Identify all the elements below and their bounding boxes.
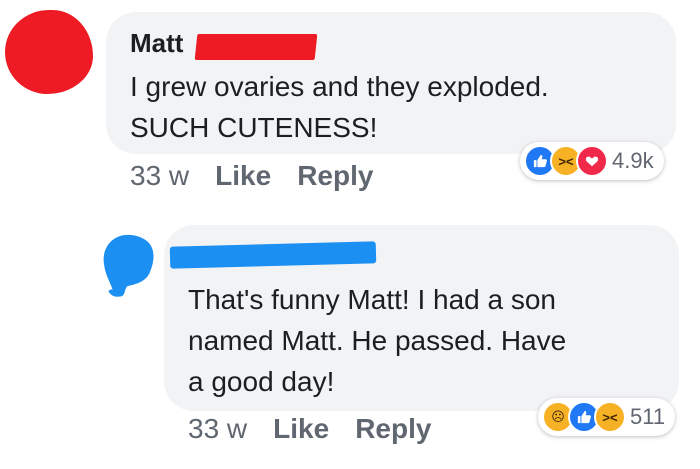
haha-icon: >< <box>594 401 626 433</box>
comment-bubble-1: Matt I grew ovaries and they exploded. S… <box>106 12 676 154</box>
redaction-mark-red <box>194 34 318 60</box>
comment-text-line: named Matt. He passed. Have <box>188 325 567 356</box>
comment-timestamp[interactable]: 33 w <box>188 413 247 445</box>
avatar-redacted-blue[interactable] <box>100 232 162 302</box>
comment-actions-1: 33 w Like Reply <box>130 160 373 192</box>
reply-button[interactable]: Reply <box>297 160 373 192</box>
comment-bubble-2: That's funny Matt! I had a son named Mat… <box>164 225 679 411</box>
reaction-summary-2[interactable]: ☹ >< 511 <box>538 398 676 436</box>
comment-text-line: SUCH CUTENESS! <box>130 112 378 143</box>
love-icon <box>576 145 608 177</box>
redaction-mark-blue <box>169 241 377 269</box>
comment-timestamp[interactable]: 33 w <box>130 160 189 192</box>
comment-author[interactable]: Matt <box>130 28 183 59</box>
comment-text-2: That's funny Matt! I had a son named Mat… <box>188 279 566 402</box>
reaction-count: 511 <box>630 404 666 429</box>
comment-text-line: That's funny Matt! I had a son <box>188 284 556 315</box>
comment-actions-2: 33 w Like Reply <box>188 413 431 445</box>
comment-text-line: a good day! <box>188 366 335 397</box>
reaction-count: 4.9k <box>612 148 654 173</box>
avatar-redacted-red[interactable] <box>5 10 93 94</box>
comment-text-1: I grew ovaries and they exploded. SUCH C… <box>130 66 549 148</box>
like-button[interactable]: Like <box>273 413 329 445</box>
like-button[interactable]: Like <box>215 160 271 192</box>
comment-text-line: I grew ovaries and they exploded. <box>130 71 549 102</box>
reaction-summary-1[interactable]: >< 4.9k <box>520 142 664 180</box>
reply-button[interactable]: Reply <box>355 413 431 445</box>
